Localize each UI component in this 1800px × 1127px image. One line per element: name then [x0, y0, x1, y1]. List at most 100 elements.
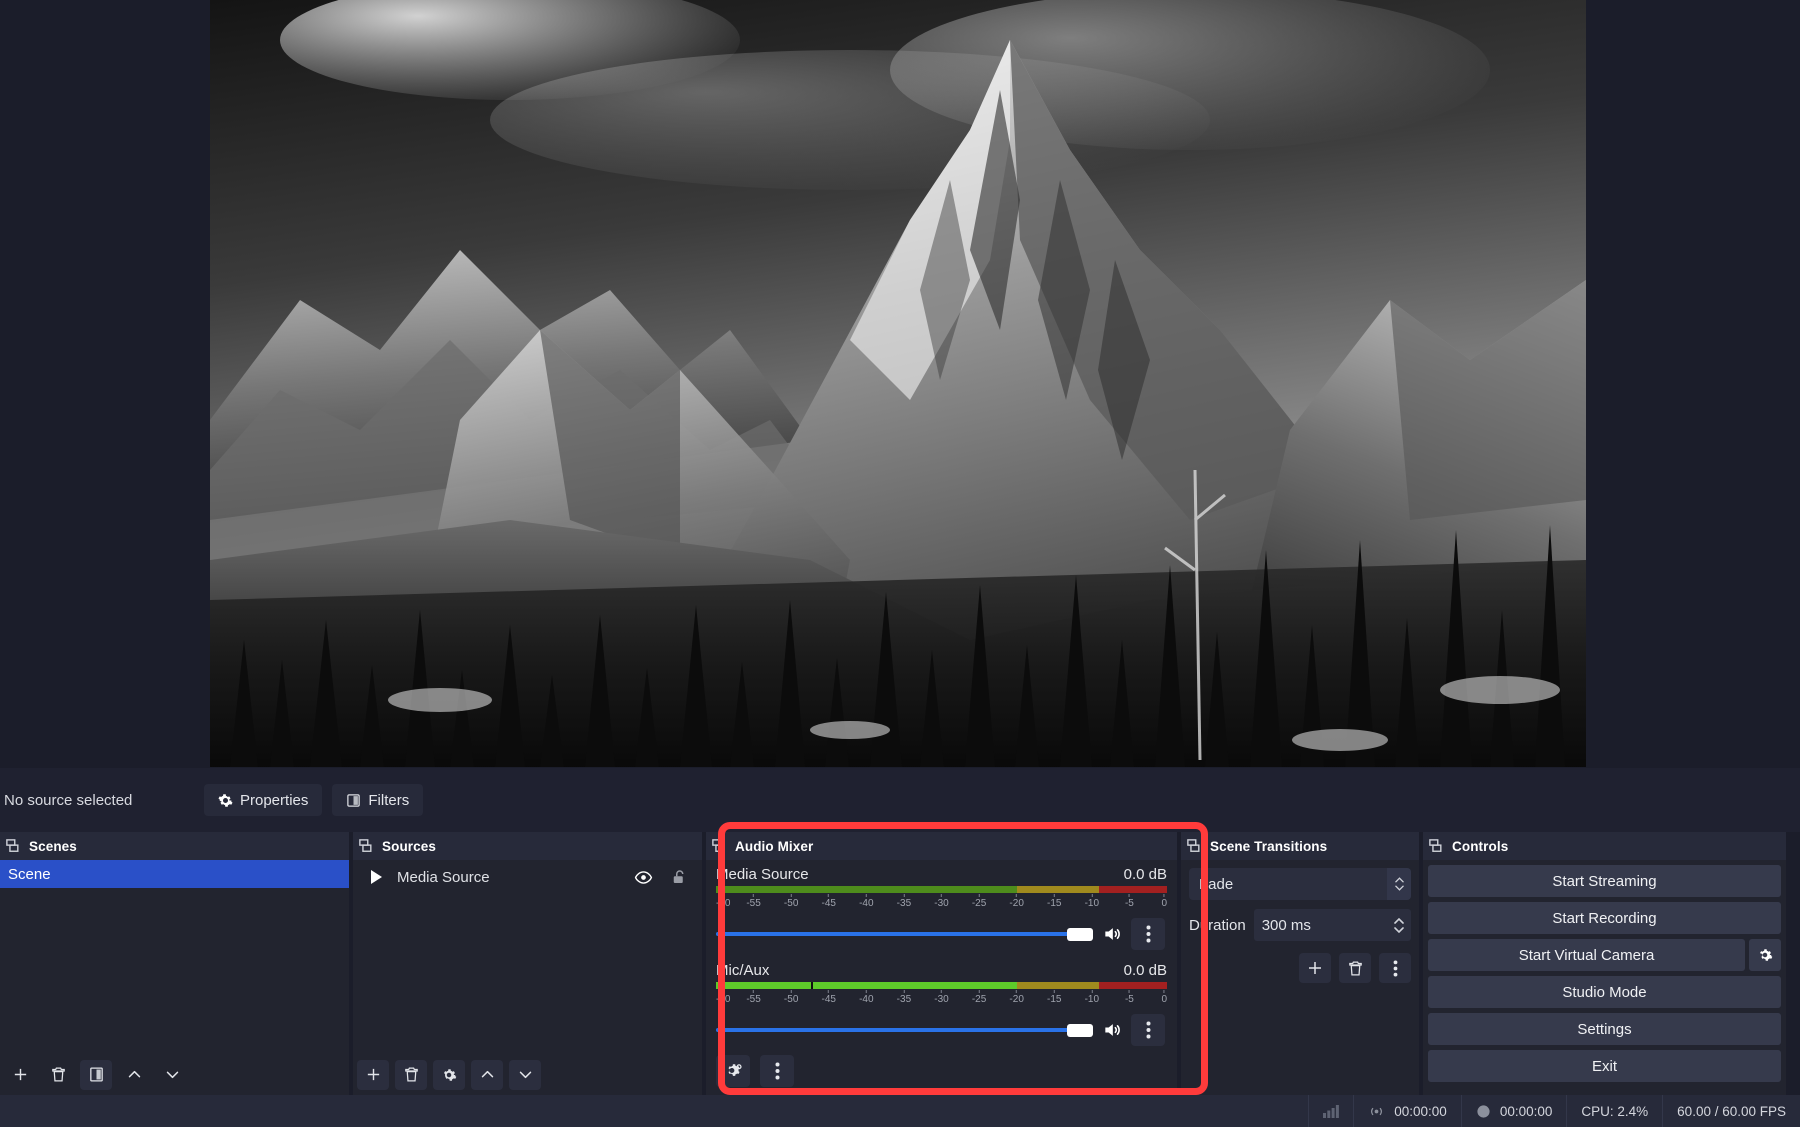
- remove-icon: [51, 1067, 65, 1082]
- sources-list[interactable]: Media Source: [353, 860, 702, 894]
- mixer-track-mic-aux: Mic/Aux 0.0 dB -60 -55 -50 -45 -40 -35 -30 -25-…: [706, 950, 1177, 1046]
- audio-mixer-title-label: Audio Mixer: [735, 838, 814, 854]
- chevron-down-icon: [1394, 885, 1404, 891]
- advanced-audio-properties-button[interactable]: [716, 1055, 750, 1087]
- meter-tick: -25: [972, 990, 986, 1005]
- dock-float-icon[interactable]: [1187, 839, 1201, 853]
- move-scene-down-button[interactable]: [156, 1060, 188, 1090]
- dock-float-icon[interactable]: [359, 839, 373, 853]
- mixer-track-level: 0.0 dB: [1123, 962, 1167, 979]
- meter-tick: -5: [1125, 990, 1134, 1005]
- preview-area: [0, 0, 1800, 768]
- meter-tick: -25: [972, 894, 986, 909]
- scenes-list[interactable]: Scene: [0, 860, 349, 888]
- lock-open-icon[interactable]: [668, 866, 690, 888]
- dock-float-icon[interactable]: [1429, 839, 1443, 853]
- preview-canvas[interactable]: [210, 0, 1586, 767]
- add-icon: [14, 1068, 26, 1081]
- properties-button[interactable]: Properties: [204, 784, 323, 816]
- obs-studio-window: No source selected Properties Filters Sc…: [0, 0, 1800, 1127]
- speaker-unmuted-icon[interactable]: [1101, 1019, 1123, 1041]
- dock-float-icon[interactable]: [6, 839, 20, 853]
- volume-slider[interactable]: [716, 925, 1093, 943]
- meter-tick: -55: [746, 990, 761, 1005]
- scene-filters-button[interactable]: [80, 1059, 112, 1090]
- sources-body: Media Source: [353, 860, 702, 1095]
- audio-mixer-dock-title: Audio Mixer: [706, 832, 1177, 860]
- source-list-item[interactable]: Media Source: [353, 860, 702, 894]
- move-source-down-button[interactable]: [509, 1059, 541, 1090]
- duration-input[interactable]: 300 ms: [1253, 909, 1411, 941]
- remove-icon: [404, 1067, 418, 1082]
- scene-transitions-dock: Scene Transitions Fade Duration 300 ms: [1181, 832, 1419, 1095]
- studio-mode-button[interactable]: Studio Mode: [1428, 976, 1781, 1008]
- exit-button[interactable]: Exit: [1428, 1050, 1781, 1082]
- virtual-camera-settings-button[interactable]: [1749, 939, 1781, 971]
- meter-tick: -15: [1047, 894, 1061, 909]
- meter-tick: -30: [934, 894, 949, 909]
- source-item-label: Media Source: [397, 868, 490, 886]
- meter-tick: -10: [1085, 894, 1099, 909]
- meter-tick: -40: [859, 894, 874, 909]
- dock-float-icon[interactable]: [712, 839, 726, 853]
- audio-mixer-dock: Audio Mixer Media Source 0.0 dB -60 -55 …: [706, 832, 1177, 1095]
- speaker-unmuted-icon[interactable]: [1101, 923, 1123, 945]
- audio-mixer-menu-button[interactable]: [760, 1055, 794, 1087]
- gear-icon: [218, 793, 233, 808]
- remove-icon: [1348, 960, 1362, 976]
- transition-select-arrows[interactable]: [1387, 868, 1411, 900]
- properties-button-label: Properties: [240, 791, 309, 809]
- kebab-menu-icon: [1146, 925, 1150, 943]
- mixer-track-level: 0.0 dB: [1123, 866, 1167, 883]
- broadcast-icon: [1368, 1104, 1385, 1119]
- move-up-icon: [481, 1070, 493, 1078]
- meter-tick: -45: [822, 894, 836, 909]
- scene-list-item[interactable]: Scene: [0, 860, 349, 888]
- cpu-usage: CPU: 2.4%: [1581, 1103, 1649, 1119]
- chevron-up-icon: [1394, 917, 1404, 924]
- controls-dock-title: Controls: [1423, 832, 1786, 860]
- status-fps-cell: 60.00 / 60.00 FPS: [1662, 1095, 1800, 1127]
- status-record-cell: 00:00:00: [1460, 1095, 1567, 1127]
- record-timer: 00:00:00: [1499, 1103, 1553, 1119]
- advanced-audio-properties-icon: [727, 1063, 742, 1076]
- add-scene-button[interactable]: [4, 1060, 36, 1090]
- remove-scene-button[interactable]: [42, 1060, 74, 1090]
- mixer-track-menu-button[interactable]: [1131, 1014, 1165, 1046]
- volume-slider[interactable]: [716, 1021, 1093, 1039]
- add-source-button[interactable]: [357, 1059, 389, 1090]
- media-play-icon: [369, 869, 383, 885]
- scene-transitions-body: Fade Duration 300 ms: [1181, 860, 1419, 1095]
- add-transition-button[interactable]: [1299, 953, 1331, 983]
- remove-transition-button[interactable]: [1339, 953, 1371, 983]
- meter-ticks: -60 -55 -50 -45 -40 -35 -30 -25 -20 -15 -10 -5 0: [716, 894, 1167, 910]
- remove-source-button[interactable]: [395, 1059, 427, 1090]
- scenes-title-label: Scenes: [29, 838, 77, 854]
- add-icon: [1309, 962, 1321, 974]
- transition-select[interactable]: Fade: [1189, 868, 1411, 900]
- scene-item-label: Scene: [8, 865, 51, 883]
- fps-readout: 60.00 / 60.00 FPS: [1677, 1103, 1786, 1119]
- controls-body: Start Streaming Start Recording Start Vi…: [1423, 860, 1786, 1095]
- add-icon: [367, 1068, 379, 1081]
- audio-mixer-footer: [706, 1047, 1177, 1095]
- move-source-up-button[interactable]: [471, 1059, 503, 1090]
- source-action-bar: No source selected Properties Filters: [0, 768, 1800, 832]
- start-virtual-camera-button[interactable]: Start Virtual Camera: [1428, 939, 1745, 971]
- controls-dock: Controls Start Streaming Start Recording…: [1423, 832, 1786, 1095]
- duration-stepper[interactable]: [1389, 911, 1409, 939]
- settings-button[interactable]: Settings: [1428, 1013, 1781, 1045]
- start-recording-button[interactable]: Start Recording: [1428, 902, 1781, 934]
- filters-button[interactable]: Filters: [332, 784, 424, 816]
- meter-tick: -15: [1047, 990, 1061, 1005]
- mixer-track-menu-button[interactable]: [1131, 918, 1165, 950]
- meter-tick: -60: [716, 990, 730, 1005]
- start-streaming-button[interactable]: Start Streaming: [1428, 865, 1781, 897]
- meter-ticks: -60 -55 -50 -45 -40 -35 -30 -25 -20 -15 -10 -5 0: [716, 990, 1167, 1006]
- controls-title-label: Controls: [1452, 838, 1509, 854]
- scenes-dock-title: Scenes: [0, 832, 349, 860]
- move-scene-up-button[interactable]: [118, 1060, 150, 1090]
- eye-icon[interactable]: [632, 866, 654, 888]
- transition-menu-button[interactable]: [1379, 953, 1411, 983]
- source-properties-button[interactable]: [433, 1059, 465, 1090]
